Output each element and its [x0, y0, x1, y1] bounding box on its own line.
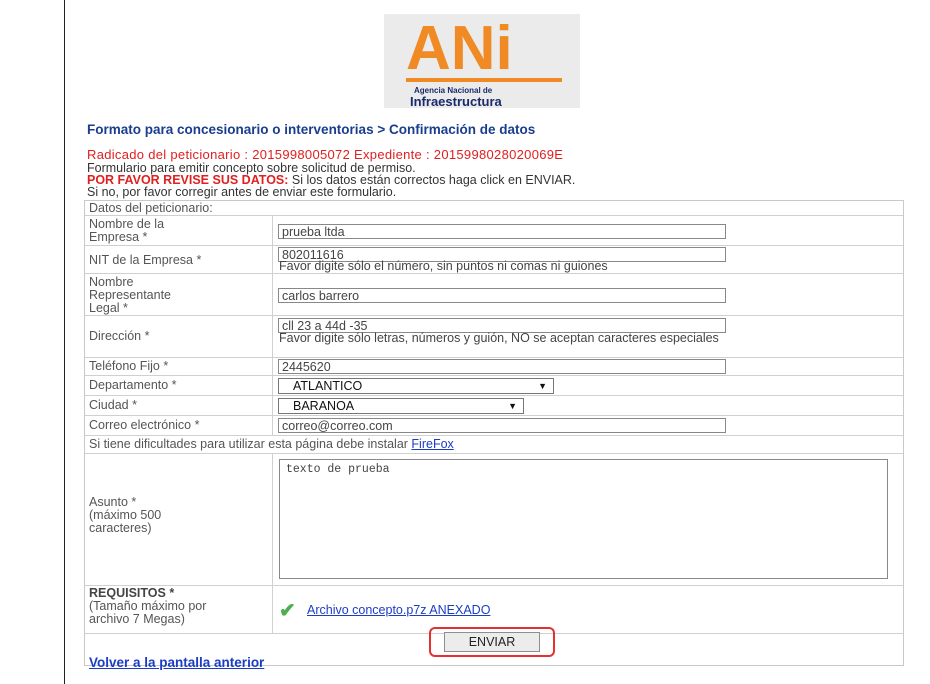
label-direccion: Dirección *	[89, 329, 150, 343]
divider	[272, 396, 273, 416]
row-representante: Nombre Representante Legal * carlos barr…	[85, 273, 903, 316]
divider	[272, 316, 273, 358]
check-icon: ✔	[279, 600, 296, 622]
info-line-3: Si no, por favor corregir antes de envia…	[87, 185, 397, 199]
attached-file-link[interactable]: Archivo concepto.p7z ANEXADO	[307, 603, 490, 617]
representante-input[interactable]: carlos barrero	[278, 288, 726, 303]
logo-subtitle-2: Infraestructura	[410, 94, 502, 109]
row-empresa: Nombre de la Empresa * prueba ltda	[85, 215, 903, 246]
ciudad-select[interactable]: BARANOA ▼	[278, 398, 524, 414]
back-link[interactable]: Volver a la pantalla anterior	[89, 655, 264, 670]
departamento-select[interactable]: ATLANTICO ▼	[278, 378, 554, 394]
label-departamento: Departamento *	[89, 378, 177, 392]
empresa-input[interactable]: prueba ltda	[278, 224, 726, 239]
row-correo: Correo electrónico * correo@correo.com	[85, 415, 903, 436]
enviar-button[interactable]: ENVIAR	[444, 632, 540, 652]
asunto-sublabel: (máximo 500 caracteres)	[89, 508, 162, 535]
label-nit: NIT de la Empresa *	[89, 253, 202, 267]
ciudad-value: BARANOA	[293, 399, 355, 413]
nit-help: Favor digite sólo el número, sin puntos …	[279, 259, 608, 273]
requisitos-sublabel: (Tamaño máximo por archivo 7 Megas)	[89, 599, 207, 626]
breadcrumb: Formato para concesionario o interventor…	[87, 122, 536, 137]
asunto-textarea[interactable]: texto de prueba	[279, 459, 888, 579]
telefono-input[interactable]: 2445620	[278, 359, 726, 374]
label-asunto: Asunto * (máximo 500 caracteres)	[89, 496, 209, 535]
logo-text: ANi	[406, 14, 513, 83]
section-title: Datos del peticionario:	[89, 201, 213, 215]
logo-bar	[406, 78, 562, 82]
correo-input[interactable]: correo@correo.com	[278, 418, 726, 433]
divider	[272, 358, 273, 376]
label-correo: Correo electrónico *	[89, 418, 200, 432]
firefox-note-text: Si tiene dificultades para utilizar esta…	[89, 437, 412, 451]
petitioner-form: Datos del peticionario: Nombre de la Emp…	[84, 200, 904, 666]
row-ciudad: Ciudad * BARANOA ▼	[85, 395, 903, 416]
divider	[272, 274, 273, 316]
row-direccion: Dirección * cll 23 a 44d -35 Favor digit…	[85, 315, 903, 358]
row-nit: NIT de la Empresa * 802011616 Favor digi…	[85, 245, 903, 274]
label-representante: Nombre Representante Legal *	[89, 275, 172, 315]
label-ciudad: Ciudad *	[89, 398, 137, 412]
divider	[272, 454, 273, 586]
divider	[272, 216, 273, 246]
row-telefono: Teléfono Fijo * 2445620	[85, 357, 903, 376]
label-empresa: Nombre de la Empresa *	[89, 217, 165, 244]
page-border	[64, 0, 65, 684]
label-requisitos: REQUISITOS * (Tamaño máximo por archivo …	[89, 587, 214, 626]
divider	[272, 246, 273, 274]
dropdown-arrow-icon: ▼	[538, 381, 547, 391]
firefox-link[interactable]: FireFox	[411, 437, 453, 451]
divider	[272, 416, 273, 436]
divider	[272, 586, 273, 634]
label-telefono: Teléfono Fijo *	[89, 359, 169, 373]
radicado-line: Radicado del peticionario : 201599800507…	[87, 147, 564, 162]
divider	[272, 376, 273, 396]
firefox-note: Si tiene dificultades para utilizar esta…	[89, 438, 454, 451]
direccion-help: Favor digite sólo letras, números y guió…	[279, 331, 719, 345]
departamento-value: ATLANTICO	[293, 379, 363, 393]
row-departamento: Departamento * ATLANTICO ▼	[85, 375, 903, 396]
row-firefox-note: Si tiene dificultades para utilizar esta…	[85, 435, 903, 454]
dropdown-arrow-icon: ▼	[508, 401, 517, 411]
ani-logo: ANi Agencia Nacional de Infraestructura	[384, 14, 580, 109]
